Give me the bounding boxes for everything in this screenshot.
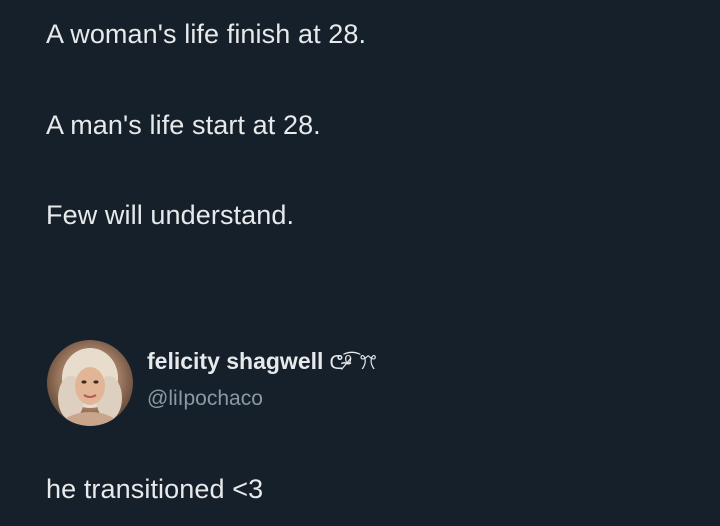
tweet-text-line-1: A woman's life finish at 28. — [46, 19, 367, 49]
tweet-text-line-3: Few will understand. — [46, 200, 295, 230]
reply-display-name[interactable]: felicity shagwell ᕦ⁰̷̴͡ ꔫ — [147, 347, 378, 378]
name-decoration: ᕦ⁰̷̴͡ ꔫ — [329, 353, 379, 374]
display-name-text: felicity shagwell — [147, 348, 324, 374]
reply-author-block: felicity shagwell ᕦ⁰̷̴͡ ꔫ @liIpochaco — [47, 339, 667, 429]
reply-handle[interactable]: @liIpochaco — [147, 386, 263, 412]
tweet-text-line-2: A man's life start at 28. — [46, 110, 321, 140]
avatar[interactable] — [47, 340, 133, 426]
reply-text: he transitioned <3 — [46, 474, 264, 504]
